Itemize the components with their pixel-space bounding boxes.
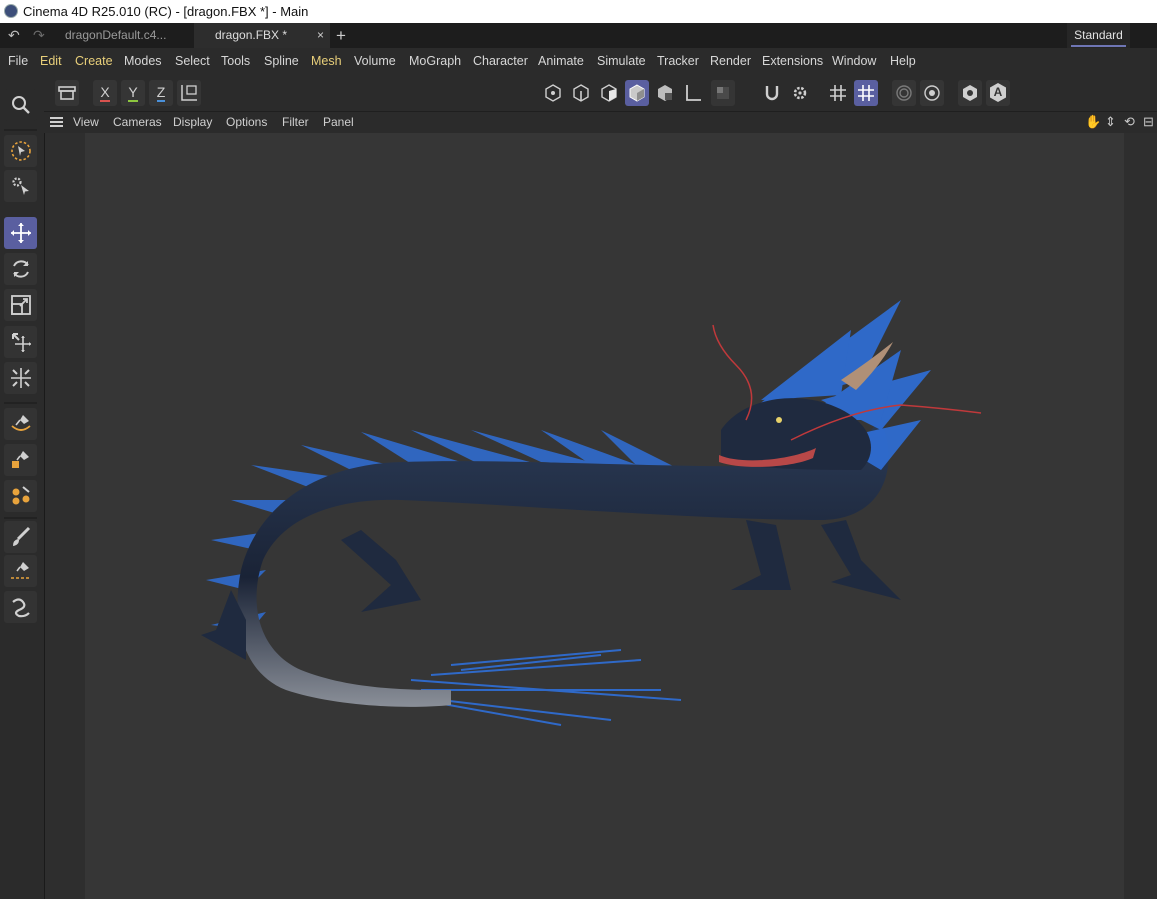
undo-icon[interactable]: ↶ — [8, 27, 20, 44]
coordinate-system-icon[interactable] — [55, 80, 79, 106]
z-axis-lock-button[interactable]: Z — [149, 80, 173, 106]
dragon-legs — [201, 520, 901, 660]
snap-settings-gear-icon[interactable] — [788, 80, 812, 106]
text-tool-button[interactable]: A — [986, 80, 1010, 106]
viewport-menu-cameras[interactable]: Cameras — [113, 112, 162, 134]
spline-freehand-icon[interactable] — [4, 591, 37, 623]
hand-icon[interactable]: ✋ — [1085, 114, 1101, 130]
menu-help[interactable]: Help — [890, 48, 916, 75]
menu-animate[interactable]: Animate — [538, 48, 584, 75]
tail-fur — [410, 649, 682, 726]
model-mode-icon[interactable] — [625, 80, 649, 106]
paint-brush-icon[interactable] — [4, 521, 37, 553]
live-selection-icon[interactable] — [4, 135, 37, 167]
uv-mode-icon[interactable] — [653, 80, 677, 106]
close-icon[interactable]: × — [317, 23, 324, 48]
axis-mode-icon[interactable] — [681, 80, 705, 106]
spline-smooth-icon[interactable] — [4, 480, 37, 512]
world-coordinates-icon[interactable] — [177, 80, 201, 106]
menu-tracker[interactable]: Tracker — [657, 48, 699, 75]
hamburger-menu-icon[interactable] — [50, 117, 63, 127]
menu-render[interactable]: Render — [710, 48, 751, 75]
spline-sketch-icon[interactable] — [4, 444, 37, 476]
snapping-magnet-icon[interactable] — [760, 80, 784, 106]
transfer-tool-icon[interactable] — [4, 326, 37, 358]
menu-mograph[interactable]: MoGraph — [409, 48, 461, 75]
viewport-menu-options[interactable]: Options — [226, 112, 267, 134]
selection-settings-icon[interactable] — [4, 170, 37, 202]
tab-label: dragonDefault.c4... — [65, 28, 167, 42]
main-toolbar: X Y Z A — [0, 75, 1157, 111]
new-tab-plus-icon[interactable]: + — [336, 24, 346, 47]
cinema4d-logo-icon — [4, 4, 18, 18]
menu-file[interactable]: File — [8, 48, 28, 75]
render-view-icon[interactable] — [892, 80, 916, 106]
dragon-eye — [776, 417, 782, 423]
viewport-menu-panel[interactable]: Panel — [323, 112, 354, 134]
tab-dragon-default[interactable]: dragonDefault.c4... — [54, 23, 194, 48]
edges-mode-icon[interactable] — [569, 80, 593, 106]
menu-tools[interactable]: Tools — [221, 48, 250, 75]
menu-simulate[interactable]: Simulate — [597, 48, 646, 75]
menu-window[interactable]: Window — [832, 48, 876, 75]
layout-selector[interactable]: Standard — [1067, 23, 1130, 48]
rotate-tool-icon[interactable] — [4, 253, 37, 285]
polygons-mode-icon[interactable] — [597, 80, 621, 106]
spline-pen-icon[interactable] — [4, 408, 37, 440]
rotate-view-icon[interactable]: ⟲ — [1124, 114, 1135, 130]
tab-dragon-fbx[interactable]: dragon.FBX * × — [194, 23, 330, 48]
workplane-snap-icon[interactable] — [854, 80, 878, 106]
menu-select[interactable]: Select — [175, 48, 210, 75]
spline-arc-icon[interactable] — [4, 555, 37, 587]
viewport-menu-filter[interactable]: Filter — [282, 112, 309, 134]
dragon-whisker-left — [712, 324, 753, 421]
solo-mode-icon[interactable] — [711, 80, 735, 106]
soft-transform-icon[interactable] — [4, 362, 37, 394]
render-settings-icon[interactable] — [920, 80, 944, 106]
perspective-viewport[interactable] — [44, 133, 1157, 899]
visibility-eye-icon[interactable] — [958, 80, 982, 106]
menu-edit[interactable]: Edit — [40, 48, 62, 75]
move-tool-icon[interactable] — [4, 217, 37, 249]
move-view-icon[interactable]: ⇕ — [1105, 114, 1116, 130]
menu-mesh[interactable]: Mesh — [311, 48, 342, 75]
text-tool-label: A — [993, 85, 1003, 99]
menu-modes[interactable]: Modes — [124, 48, 162, 75]
menu-spline[interactable]: Spline — [264, 48, 299, 75]
title-bar: Cinema 4D R25.010 (RC) - [dragon.FBX *] … — [0, 0, 1157, 23]
main-menu-bar: File Edit Create Modes Select Tools Spli… — [0, 48, 1157, 75]
maximize-icon[interactable]: ⊟ — [1143, 114, 1154, 130]
redo-icon[interactable]: ↷ — [33, 27, 45, 44]
y-axis-lock-button[interactable]: Y — [121, 80, 145, 106]
dragon-model[interactable] — [45, 133, 1157, 899]
x-axis-lock-button[interactable]: X — [93, 80, 117, 106]
grid-snap-icon[interactable] — [826, 80, 850, 106]
left-tool-palette — [0, 85, 43, 899]
window-title: Cinema 4D R25.010 (RC) - [dragon.FBX *] … — [23, 4, 309, 19]
points-mode-icon[interactable] — [541, 80, 565, 106]
menu-create[interactable]: Create — [75, 48, 113, 75]
menu-volume[interactable]: Volume — [354, 48, 396, 75]
viewport-menu-bar: View Cameras Display Options Filter Pane… — [44, 111, 1157, 133]
tab-label: dragon.FBX * — [215, 28, 288, 42]
viewport-menu-view[interactable]: View — [73, 112, 99, 134]
document-tab-bar: ↶ ↷ dragonDefault.c4... dragon.FBX * × +… — [0, 23, 1157, 48]
menu-character[interactable]: Character — [473, 48, 528, 75]
menu-extensions[interactable]: Extensions — [762, 48, 823, 75]
search-icon[interactable] — [4, 89, 37, 121]
scale-tool-icon[interactable] — [4, 289, 37, 321]
viewport-menu-display[interactable]: Display — [173, 112, 212, 134]
